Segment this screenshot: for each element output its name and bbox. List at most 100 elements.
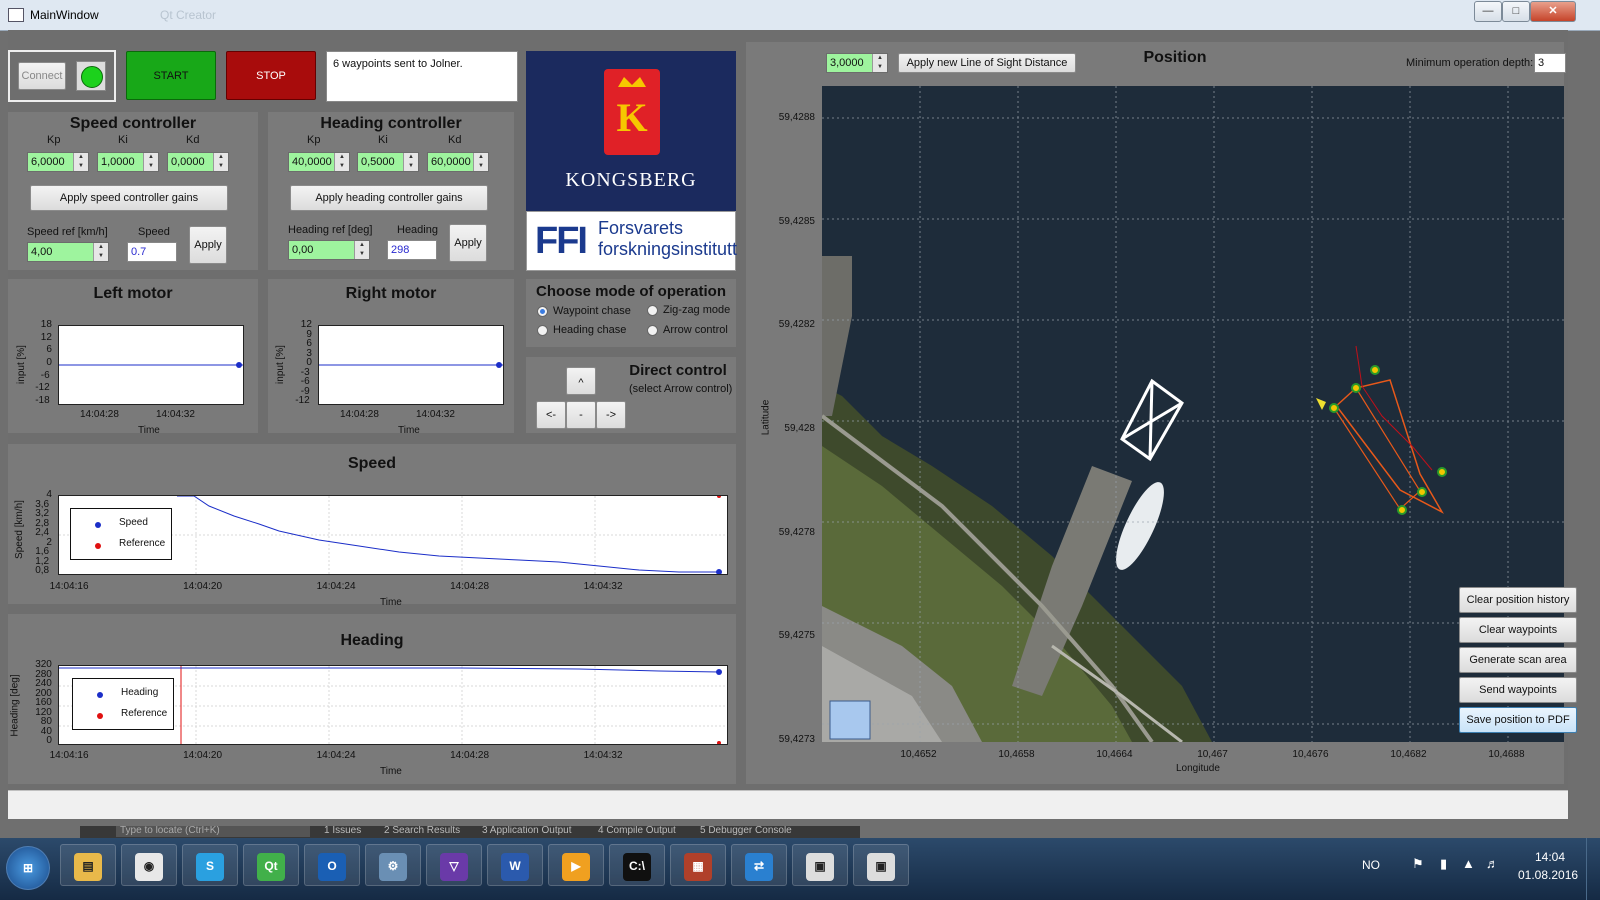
speed-legend-dot-icon bbox=[95, 522, 101, 528]
speed-kd-spinbox[interactable]: 0,0000 ▲ ▼ bbox=[167, 152, 229, 172]
clock-time[interactable]: 14:04 bbox=[1535, 850, 1565, 864]
left-motor-ytick: -12 bbox=[35, 382, 50, 394]
word-icon[interactable]: W bbox=[487, 844, 543, 886]
min-depth-label: Minimum operation depth: bbox=[1406, 57, 1534, 69]
spin-arrows-icon[interactable]: ▲ ▼ bbox=[213, 153, 228, 171]
battery-icon[interactable]: ▮ bbox=[1440, 856, 1447, 872]
speed-ref-spinbox[interactable]: 4,00 ▲ ▼ bbox=[27, 242, 109, 262]
start-orb-icon[interactable]: ⊞ bbox=[6, 846, 50, 890]
control-panel-icon[interactable]: ⚙ bbox=[365, 844, 421, 886]
close-button[interactable]: ✕ bbox=[1530, 1, 1576, 22]
teamviewer-icon[interactable]: ⇄ bbox=[731, 844, 787, 886]
heading-kp-spinbox[interactable]: 40,0000 ▲ ▼ bbox=[288, 152, 350, 172]
window-ghost-title: Qt Creator bbox=[160, 8, 217, 22]
left-motor-xtick-1: 14:04:28 bbox=[80, 409, 119, 420]
speed-plot-ylabel: Speed [km/h] bbox=[13, 500, 25, 559]
file-explorer-icon[interactable]: ▤ bbox=[60, 844, 116, 886]
media-player-icon[interactable]: ▶ bbox=[548, 844, 604, 886]
spin-arrows-icon[interactable]: ▲ ▼ bbox=[143, 153, 158, 171]
arrow-control-label: Arrow control bbox=[663, 324, 728, 336]
skype-icon[interactable]: S bbox=[182, 844, 238, 886]
waypoint-chase-radio[interactable] bbox=[537, 306, 548, 317]
position-ytick: 59,4278 bbox=[778, 526, 815, 538]
spin-arrows-icon[interactable]: ▲ ▼ bbox=[473, 153, 488, 171]
speed-ki-spinbox[interactable]: 1,0000 ▲ ▼ bbox=[97, 152, 159, 172]
save-position-pdf-button[interactable]: Save position to PDF bbox=[1459, 707, 1577, 733]
arrow-up-button[interactable]: ^ bbox=[566, 367, 596, 395]
arrow-center-button[interactable]: - bbox=[566, 401, 596, 429]
direct-control-subtitle: (select Arrow control) bbox=[629, 383, 733, 395]
qt-creator-icon[interactable]: Qt bbox=[243, 844, 299, 886]
heading-chase-radio[interactable] bbox=[537, 325, 548, 336]
connect-button[interactable]: Connect bbox=[18, 62, 66, 90]
kongsberg-emblem-icon: K bbox=[604, 69, 660, 155]
chrome-icon[interactable]: ◉ bbox=[121, 844, 177, 886]
spin-arrows-icon[interactable]: ▲ ▼ bbox=[354, 241, 369, 259]
zigzag-mode-radio[interactable] bbox=[647, 305, 658, 316]
kongsberg-wordmark: KONGSBERG bbox=[565, 169, 697, 191]
firewall-icon[interactable]: ▦ bbox=[670, 844, 726, 886]
los-distance-spinbox[interactable]: 3,0000 ▲ ▼ bbox=[826, 53, 888, 73]
heading-kd-spinbox[interactable]: 60,0000 ▲ ▼ bbox=[427, 152, 489, 172]
network-icon[interactable]: ▲ bbox=[1462, 856, 1475, 871]
clock-date[interactable]: 01.08.2016 bbox=[1518, 868, 1578, 882]
speed-kp-spinbox[interactable]: 6,0000 ▲ ▼ bbox=[27, 152, 89, 172]
qt-window-icon-2[interactable]: ▣ bbox=[853, 844, 909, 886]
generate-scan-area-button[interactable]: Generate scan area bbox=[1459, 647, 1577, 673]
minimize-button[interactable]: — bbox=[1474, 1, 1502, 22]
heading-plot-title: Heading bbox=[340, 632, 404, 649]
apply-heading-gains-button[interactable]: Apply heading controller gains bbox=[290, 185, 488, 211]
language-indicator[interactable]: NO bbox=[1362, 858, 1380, 872]
qt-tab-debugger[interactable]: 5 Debugger Console bbox=[700, 826, 792, 836]
ffi-line2: forskningsinstitutt bbox=[598, 239, 738, 259]
speed-legend: Speed Reference bbox=[70, 508, 172, 560]
volume-icon[interactable]: ♬ bbox=[1486, 856, 1499, 871]
heading-kd-value: 60,0000 bbox=[431, 156, 471, 168]
arrow-right-button[interactable]: -> bbox=[596, 401, 626, 429]
heading-ytick: 0 bbox=[46, 735, 52, 746]
maximize-button[interactable]: □ bbox=[1502, 1, 1530, 22]
zigzag-mode-label: Zig-zag mode bbox=[663, 304, 731, 316]
clear-waypoints-button[interactable]: Clear waypoints bbox=[1459, 617, 1577, 643]
spin-arrows-icon[interactable]: ▲ ▼ bbox=[872, 54, 887, 72]
start-button[interactable]: START bbox=[126, 51, 216, 100]
left-motor-ytick: -6 bbox=[40, 369, 50, 381]
arrow-left-button[interactable]: <- bbox=[536, 401, 566, 429]
spin-arrows-icon[interactable]: ▲ ▼ bbox=[403, 153, 418, 171]
outlook-icon[interactable]: O bbox=[304, 844, 360, 886]
heading-kp-value: 40,0000 bbox=[292, 156, 332, 168]
heading-chase-label: Heading chase bbox=[553, 324, 627, 336]
stop-button[interactable]: STOP bbox=[226, 51, 316, 100]
qt-tab-compile[interactable]: 4 Compile Output bbox=[598, 826, 676, 836]
show-desktop-button[interactable] bbox=[1586, 838, 1600, 900]
arrow-control-radio[interactable] bbox=[647, 325, 658, 336]
position-ytick: 59,4282 bbox=[778, 319, 815, 331]
qt-window-icon[interactable]: ▣ bbox=[792, 844, 848, 886]
clear-position-history-button[interactable]: Clear position history bbox=[1459, 587, 1577, 613]
apply-los-button[interactable]: Apply new Line of Sight Distance bbox=[898, 53, 1076, 73]
apply-speed-gains-button[interactable]: Apply speed controller gains bbox=[30, 185, 228, 211]
heading-legend: Heading Reference bbox=[72, 678, 174, 730]
qt-tab-app-output[interactable]: 3 Application Output bbox=[482, 826, 572, 836]
heading-ref-spinbox[interactable]: 0,00 ▲ ▼ bbox=[288, 240, 370, 260]
min-depth-value: 3 bbox=[1538, 57, 1545, 69]
status-strip bbox=[8, 790, 1568, 819]
locate-input[interactable]: Type to locate (Ctrl+K) bbox=[116, 826, 310, 837]
qt-tab-search[interactable]: 2 Search Results bbox=[384, 826, 460, 836]
min-depth-field[interactable]: 3 bbox=[1534, 53, 1566, 73]
heading-ki-spinbox[interactable]: 0,5000 ▲ ▼ bbox=[357, 152, 419, 172]
apply-speed-ref-button[interactable]: Apply bbox=[189, 226, 227, 264]
ffi-logo: FFI Forsvarets forskningsinstitutt bbox=[526, 211, 738, 271]
apply-heading-ref-button[interactable]: Apply bbox=[449, 224, 487, 262]
spin-arrows-icon[interactable]: ▲ ▼ bbox=[73, 153, 88, 171]
send-waypoints-button[interactable]: Send waypoints bbox=[1459, 677, 1577, 703]
spin-arrows-icon[interactable]: ▲ ▼ bbox=[334, 153, 349, 171]
spin-arrows-icon[interactable]: ▲ ▼ bbox=[93, 243, 108, 261]
qt-tab-issues[interactable]: 1 Issues bbox=[324, 826, 361, 836]
command-prompt-icon[interactable]: C:\ bbox=[609, 844, 665, 886]
flag-icon[interactable]: ⚑ bbox=[1412, 856, 1424, 872]
heading-plot-ylabel: Heading [deg] bbox=[9, 674, 21, 737]
satellite-map[interactable] bbox=[822, 86, 1564, 742]
speed-plot-xlabel: Time bbox=[380, 597, 402, 608]
visual-studio-icon[interactable]: ▽ bbox=[426, 844, 482, 886]
